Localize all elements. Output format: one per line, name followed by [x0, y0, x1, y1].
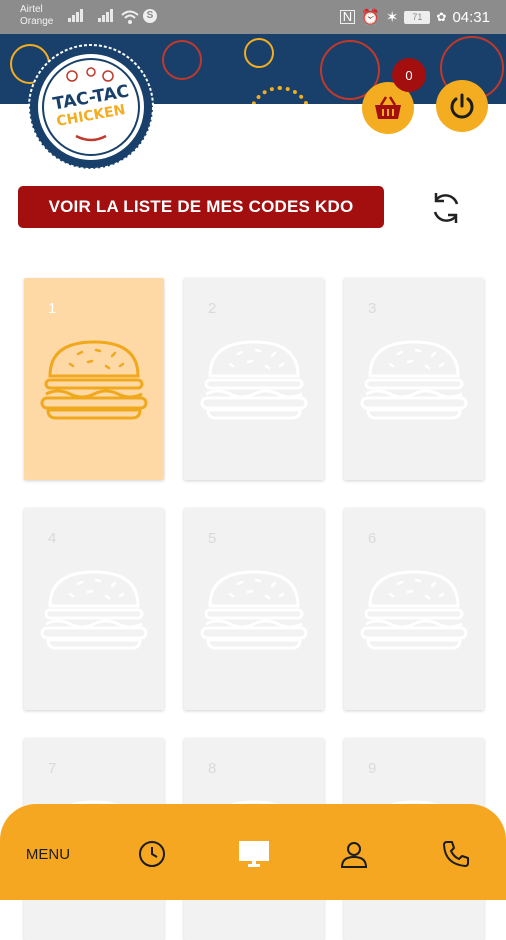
- card-number: 4: [48, 530, 57, 547]
- burger-icon: [360, 340, 468, 420]
- card-number: 7: [48, 760, 57, 777]
- tab-account[interactable]: [334, 834, 374, 874]
- tab-loyalty[interactable]: [234, 834, 274, 874]
- carrier-line-1: Airtel: [20, 4, 43, 15]
- loyalty-card[interactable]: 2: [184, 278, 324, 480]
- decor-ring: [244, 38, 274, 68]
- leaf-icon: ✿: [436, 10, 447, 24]
- menu-tab[interactable]: MENU: [20, 834, 76, 874]
- clock-icon: [139, 841, 165, 867]
- burger-icon: [360, 570, 468, 650]
- alarm-icon: ⏰: [361, 9, 380, 26]
- loyalty-card[interactable]: 1: [24, 278, 164, 480]
- card-number: 6: [368, 530, 377, 547]
- card-number: 3: [368, 300, 377, 317]
- burger-icon: [40, 570, 148, 650]
- brand-logo: TAC-TAC CHICKEN: [28, 44, 154, 170]
- wifi-icon: [121, 10, 139, 24]
- decor-ring: [162, 40, 202, 80]
- carrier-line-2: Orange: [20, 16, 54, 27]
- bottom-navigation: MENU: [0, 804, 506, 900]
- card-number: 9: [368, 760, 377, 777]
- burger-icon: [200, 340, 308, 420]
- tab-history[interactable]: [132, 834, 172, 874]
- loyalty-card[interactable]: 4: [24, 508, 164, 710]
- power-icon: [450, 93, 474, 119]
- gift-codes-button[interactable]: VOIR LA LISTE DE MES CODES KDO: [18, 186, 384, 228]
- card-number: 8: [208, 760, 217, 777]
- loyalty-card[interactable]: 5: [184, 508, 324, 710]
- loyalty-card[interactable]: 3: [344, 278, 484, 480]
- status-bar: Airtel Orange S N ⏰ ✶ 71 ✿ 04:31: [0, 0, 506, 34]
- burger-icon: [200, 570, 308, 650]
- signal-icon: [68, 9, 83, 22]
- logout-button[interactable]: [436, 80, 488, 132]
- skype-icon: S: [143, 9, 157, 23]
- user-icon: [340, 842, 368, 868]
- refresh-icon: [433, 193, 459, 223]
- monitor-icon: [239, 841, 269, 867]
- loyalty-card[interactable]: 6: [344, 508, 484, 710]
- basket-icon: [375, 96, 401, 119]
- battery-icon: 71: [404, 10, 431, 24]
- tab-contact[interactable]: [436, 834, 476, 874]
- clock-time: 04:31: [452, 8, 490, 26]
- card-number: 1: [48, 300, 57, 317]
- signal-icon: [98, 9, 113, 22]
- status-icons: N ⏰ ✶ 71 ✿ 04:31: [339, 8, 490, 26]
- nfc-icon: N: [339, 10, 356, 24]
- bluetooth-icon: ✶: [385, 9, 399, 26]
- decor-ring: [248, 86, 312, 104]
- burger-icon: [40, 340, 148, 420]
- carrier-name: Airtel Orange: [20, 4, 53, 28]
- phone-icon: [443, 841, 469, 867]
- card-number: 5: [208, 530, 217, 547]
- card-number: 2: [208, 300, 217, 317]
- refresh-button[interactable]: [424, 186, 468, 230]
- cart-count-badge: 0: [392, 58, 426, 92]
